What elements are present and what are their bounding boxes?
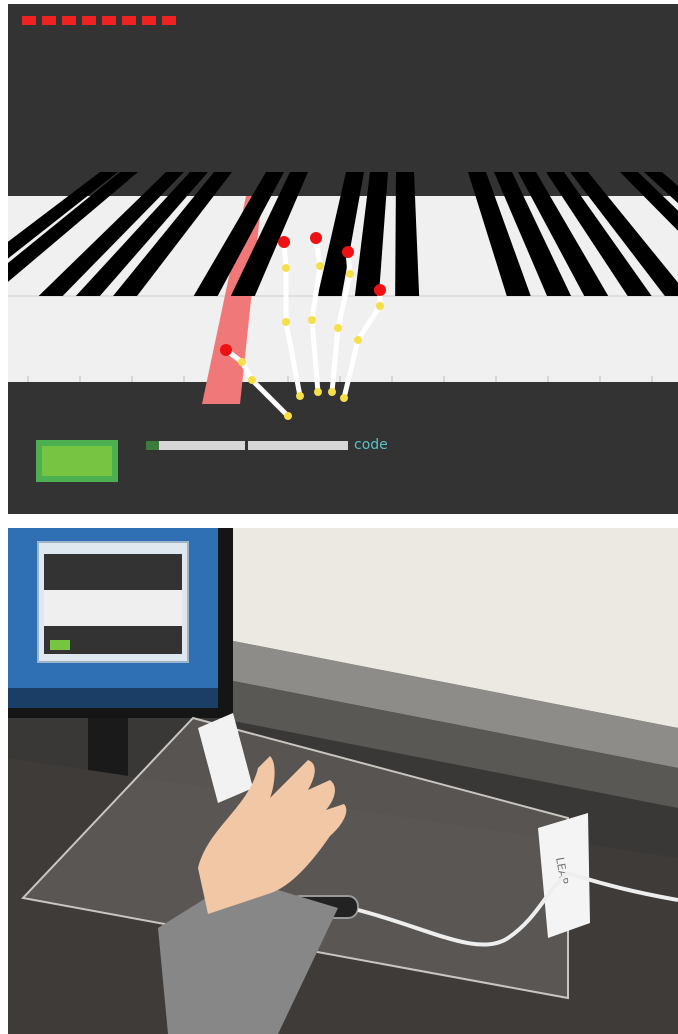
finger-joint (316, 262, 324, 270)
finger-joint (282, 318, 290, 326)
start-button[interactable] (36, 440, 118, 482)
finger-joint (238, 358, 246, 366)
finger-joint (328, 388, 336, 396)
finger-joint (282, 264, 290, 272)
screen-piano (44, 590, 182, 626)
setup-photo-drawing: LEAP (8, 528, 678, 1034)
finger-joint (314, 388, 322, 396)
fingertip-joint (310, 232, 322, 244)
progress-segment (248, 441, 348, 450)
finger-joint (248, 376, 256, 384)
fingertip-joint (374, 284, 386, 296)
black-key (395, 172, 420, 296)
finger-joint (346, 270, 354, 278)
fingertip-joint (220, 344, 232, 356)
fingertip-joint (342, 246, 354, 258)
screen-start-button (50, 640, 70, 650)
piano-scene (8, 172, 678, 420)
finger-joint (284, 412, 292, 420)
progress-fill (146, 441, 159, 450)
progress-segment (146, 441, 245, 450)
finger-joint (354, 336, 362, 344)
start-button-face (42, 446, 112, 476)
fingertip-joint (278, 236, 290, 248)
progress-label: code (354, 437, 388, 453)
setup-photo: LEAP (8, 528, 678, 1034)
finger-bone (249, 377, 291, 419)
finger-joint (376, 302, 384, 310)
finger-joint (340, 394, 348, 402)
finger-joint (334, 324, 342, 332)
finger-joint (296, 392, 304, 400)
finger-joint (308, 316, 316, 324)
game-window: code (8, 4, 678, 514)
taskbar (8, 688, 218, 708)
